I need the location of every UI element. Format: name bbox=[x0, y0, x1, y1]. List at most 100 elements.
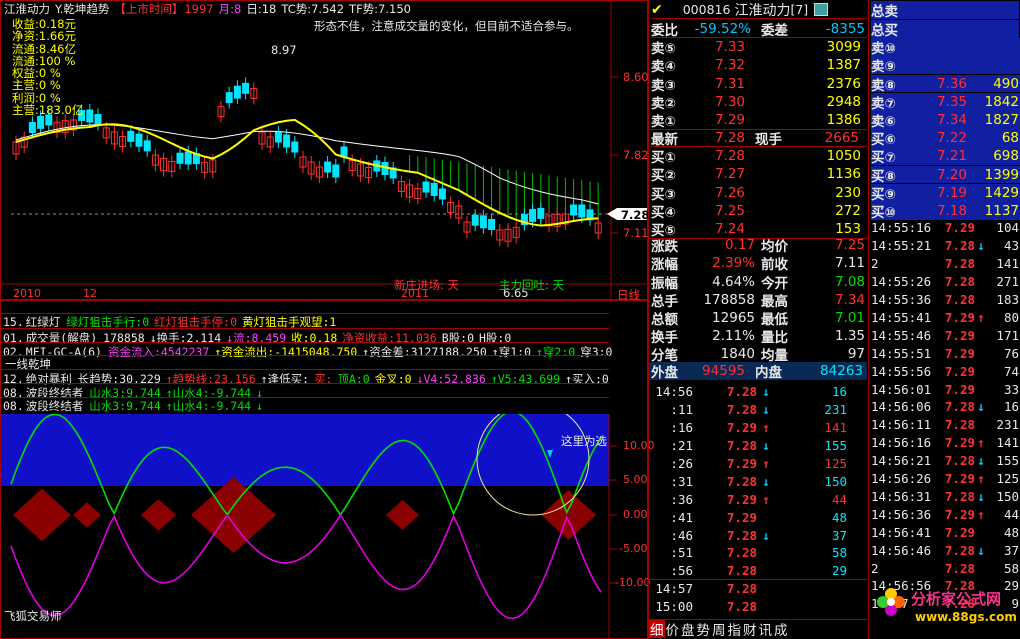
stat-row: 分笔 1840 均量 97 bbox=[651, 345, 869, 363]
ask-row[interactable]: 卖② 7.30 2948 bbox=[651, 93, 867, 111]
fundamental-revenue: 主营:183.0亿 bbox=[12, 103, 84, 118]
tick-row: :26 7.29 ↑ 125 bbox=[651, 455, 869, 473]
bid-row[interactable]: 买① 7.28 1050 bbox=[651, 147, 867, 165]
deep-ask-row[interactable]: 卖⑦ 7.35 1842 bbox=[871, 92, 1020, 111]
deep-tick-volume: 155 bbox=[996, 453, 1019, 469]
info-icon[interactable] bbox=[814, 3, 829, 16]
deep-level-label: 卖⑧ bbox=[871, 77, 896, 93]
deep-level-label: 卖⑩ bbox=[871, 40, 896, 56]
tab-index[interactable]: 指 bbox=[727, 620, 743, 638]
site-watermark-title: 分析家公式网 bbox=[911, 590, 1002, 608]
deep-level-label: 卖⑥ bbox=[871, 114, 896, 130]
deep-bid-row[interactable]: 买⑧ 7.20 1399 bbox=[871, 165, 1020, 184]
stat-value: 7.25 bbox=[834, 237, 865, 254]
indicator-value: ↑资金流出:-1415048.750 bbox=[214, 345, 358, 359]
deep-tick-price: 7.28 bbox=[944, 274, 975, 290]
candle-body bbox=[176, 152, 184, 164]
deep-tick-row: 14:56:21 7.28 ↓ 155 bbox=[871, 452, 1020, 470]
book-price: 7.31 bbox=[714, 75, 745, 92]
deep-volume: 1842 bbox=[984, 93, 1019, 110]
bid-row[interactable]: 买③ 7.26 230 bbox=[651, 184, 867, 202]
kline-plot[interactable] bbox=[1, 1, 647, 299]
stat-value: 7.11 bbox=[834, 255, 865, 272]
deep-volume: 1399 bbox=[984, 166, 1019, 183]
deep-bid-row[interactable]: 买⑦ 7.21 698 bbox=[871, 147, 1020, 166]
tab-detail[interactable]: 细 bbox=[649, 620, 665, 638]
deep-tick-time: 14:56:46 bbox=[871, 542, 932, 558]
candle-body bbox=[537, 207, 545, 219]
chart-header: 江淮动力 Y.乾坤趋势 【上市时间】 1997 月:8 日:18 TC势:7.5… bbox=[4, 2, 411, 16]
candle-body bbox=[438, 188, 446, 200]
arrow-down-icon: ↓ bbox=[762, 527, 770, 543]
book-volume: 2376 bbox=[826, 75, 861, 92]
tick-row: :16 7.29 ↑ 141 bbox=[651, 419, 869, 437]
stat-value: 12965 bbox=[712, 309, 755, 326]
ask-row[interactable]: 卖⑤ 7.33 3099 bbox=[651, 38, 867, 56]
ask-row[interactable]: 卖① 7.29 1386 bbox=[651, 111, 867, 129]
deep-bid-row[interactable]: 买⑨ 7.19 1429 bbox=[871, 183, 1020, 202]
hand-label: 现手 bbox=[755, 131, 782, 148]
stat-row: 涨幅 2.39% 前收 7.11 bbox=[651, 254, 869, 272]
indicator-line[interactable]: 08. 波段终结者 山水3:9.744 ↑山水4:-9.744 ↓ bbox=[3, 398, 268, 413]
tc-label: TC势:7.542 bbox=[281, 2, 345, 16]
check-icon[interactable]: ✔ bbox=[651, 2, 663, 18]
stat-value: 7.08 bbox=[834, 273, 865, 290]
bid-row[interactable]: 买② 7.27 1136 bbox=[651, 165, 867, 183]
deep-tick-price: 7.29 bbox=[944, 381, 975, 397]
ask-row[interactable]: 卖③ 7.31 2376 bbox=[651, 75, 867, 93]
ask-row[interactable]: 卖④ 7.32 1387 bbox=[651, 56, 867, 74]
deep-tick-price: 7.29 bbox=[944, 435, 975, 451]
deep-tick-price: 7.29 bbox=[944, 471, 975, 487]
last-price-row: 最新 7.28 现手 2665 bbox=[651, 129, 867, 148]
candle-body bbox=[570, 204, 578, 216]
tick-time: :21 bbox=[670, 438, 693, 454]
indicator-divider bbox=[1, 369, 609, 370]
bottom-tab-bar: 细 价 盘 势 周 指 财 讯 成 bbox=[649, 619, 867, 638]
kline-chart[interactable]: 江淮动力 Y.乾坤趋势 【上市时间】 1997 月:8 日:18 TC势:7.5… bbox=[0, 0, 649, 302]
deep-tick-price: 7.28 bbox=[944, 256, 975, 272]
deep-tick-row: 14:56:16 7.29 ↑ 141 bbox=[871, 434, 1020, 452]
deep-tick-row: 14:56:01 7.29 33 bbox=[871, 380, 1020, 398]
indicator-line[interactable]: 一线乾坤 bbox=[3, 356, 57, 371]
deep-ask-row[interactable]: 卖⑨ bbox=[871, 56, 1020, 75]
book-volume: 1050 bbox=[826, 148, 861, 165]
indicator-line[interactable]: 15. 红绿灯 绿灯狙击手行:0 红灯狙击手停:0 黄灯狙击手观望:1 bbox=[3, 314, 341, 329]
tick-time: 15:00 bbox=[655, 599, 693, 615]
stat-value: 97 bbox=[847, 346, 865, 363]
oscillator-plot[interactable] bbox=[1, 414, 647, 638]
candle-body bbox=[143, 140, 151, 152]
arrow-down-icon: ↓ bbox=[762, 438, 770, 454]
tab-trend[interactable]: 势 bbox=[696, 620, 712, 638]
deep-tick-row: 14:56:26 7.29 ↑ 125 bbox=[871, 470, 1020, 488]
deep-tick-row: 14:55:46 7.29 171 bbox=[871, 326, 1020, 344]
tab-trades[interactable]: 成 bbox=[773, 620, 789, 638]
tab-week[interactable]: 周 bbox=[711, 620, 727, 638]
tab-price[interactable]: 价 bbox=[665, 620, 681, 638]
deep-volume: 698 bbox=[993, 148, 1019, 165]
deep-tick-time: 14:55:26 bbox=[871, 274, 932, 290]
deep-tick-price: 7.28 bbox=[944, 399, 975, 415]
tick-row: 14:57 7.28 bbox=[651, 580, 869, 598]
indicator-panel[interactable]: 15. 红绿灯 绿灯狙击手行:0 红灯狙击手停:0 黄灯狙击手观望:1 01. 成交量(解盘… bbox=[0, 300, 655, 639]
tab-news[interactable]: 讯 bbox=[758, 620, 774, 638]
deep-ask-row[interactable]: 卖⑥ 7.34 1827 bbox=[871, 111, 1020, 130]
candle-body bbox=[242, 82, 250, 94]
price-axis-label: 7.11 bbox=[623, 226, 649, 240]
tab-book[interactable]: 盘 bbox=[680, 620, 696, 638]
bid-row[interactable]: 买④ 7.25 272 bbox=[651, 202, 867, 220]
deep-tick-time: 14:56:26 bbox=[871, 471, 932, 487]
tick-price: 7.28 bbox=[726, 402, 757, 418]
indicator-divider bbox=[1, 355, 609, 356]
deep-bid-row[interactable]: 买⑥ 7.22 68 bbox=[871, 129, 1020, 147]
deep-bid-row[interactable]: 买⑩ 7.18 1137 bbox=[871, 202, 1020, 221]
tab-finance[interactable]: 财 bbox=[742, 620, 758, 638]
deep-ask-row[interactable]: 卖⑩ bbox=[871, 38, 1020, 56]
book-level-label: 卖⑤ bbox=[651, 41, 676, 57]
indicator-value: 资金流入:4542237 bbox=[107, 345, 210, 359]
tick-time: :51 bbox=[670, 545, 693, 561]
book-level-label: 买① bbox=[651, 150, 676, 166]
deep-tick-price: 7.29 bbox=[944, 327, 975, 343]
tick-row: :51 7.28 58 bbox=[651, 544, 869, 562]
deep-ask-row[interactable]: 卖⑧ 7.36 490 bbox=[871, 74, 1020, 93]
deep-tick-row: 14:56:36 7.29 ↑ 44 bbox=[871, 505, 1020, 523]
